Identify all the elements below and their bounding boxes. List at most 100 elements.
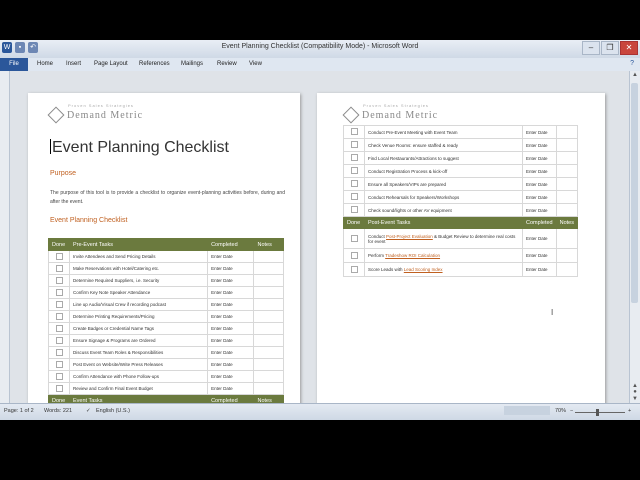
done-checkbox[interactable] [48,334,70,347]
page-count[interactable]: Page: 1 of 2 [4,408,34,414]
task-cell[interactable]: Create Badges or Credential Name Tags [68,322,209,335]
completed-date-cell[interactable]: Enter Date [207,286,255,299]
document-title[interactable]: Event Planning Checklist [50,139,229,157]
completed-date-cell[interactable]: Enter Date [207,370,255,383]
task-cell[interactable]: Determine Printing Requirements/Pricing [68,310,209,323]
notes-cell[interactable] [555,151,579,165]
done-checkbox[interactable] [343,164,365,178]
task-cell[interactable]: Confirm Attendance with Phone Follow-ups [68,370,209,383]
task-cell[interactable]: Ensure Signage & Programs are Ordered [68,334,209,347]
notes-cell[interactable] [253,298,284,311]
task-link[interactable]: Tradeshow ROI Calculation [385,253,440,258]
done-checkbox[interactable] [343,151,365,165]
done-checkbox[interactable] [48,370,70,383]
completed-date-cell[interactable]: Enter Date [207,298,255,311]
completed-date-cell[interactable]: Enter Date [207,310,255,323]
notes-cell[interactable] [555,262,579,277]
completed-date-cell[interactable]: Enter Date [522,177,557,191]
done-checkbox[interactable] [48,310,70,323]
done-checkbox[interactable] [48,250,70,263]
completed-date-cell[interactable]: Enter Date [522,190,557,204]
completed-date-cell[interactable]: Enter Date [522,248,557,263]
tab-file[interactable]: File [0,58,28,71]
task-cell[interactable]: Discuss Event Team Roles & Responsibilit… [68,346,209,359]
completed-date-cell[interactable]: Enter Date [207,322,255,335]
minimize-button[interactable]: – [582,41,600,55]
completed-date-cell[interactable]: Enter Date [522,228,557,249]
notes-cell[interactable] [253,382,284,395]
task-cell[interactable]: Ensure all Speakers/VIPs are prepared [363,177,524,191]
completed-date-cell[interactable]: Enter Date [522,125,557,139]
notes-cell[interactable] [253,370,284,383]
notes-cell[interactable] [253,358,284,371]
tab-insert[interactable]: Insert [66,58,81,71]
task-link[interactable]: Post-Project Evaluation [386,234,433,239]
zoom-out-button[interactable]: − [570,408,573,414]
task-cell[interactable]: Score Leads with Lead Scoring Index [363,262,524,277]
done-checkbox[interactable] [48,262,70,275]
task-cell[interactable]: Perform Tradeshow ROI Calculation [363,248,524,263]
notes-cell[interactable] [253,334,284,347]
task-cell[interactable]: Line up Audio/Visual Crew if recording p… [68,298,209,311]
completed-date-cell[interactable]: Enter Date [207,334,255,347]
task-link[interactable]: Lead Scoring Index [404,267,443,272]
task-cell[interactable]: Check sound/lights or other AV equipment [363,203,524,217]
tab-mailings[interactable]: Mailings [181,58,203,71]
done-checkbox[interactable] [48,346,70,359]
proofing-icon[interactable]: ✓ [86,408,91,414]
done-checkbox[interactable] [48,274,70,287]
task-cell[interactable]: Check Venue Rooms: ensure staffed & read… [363,138,524,152]
notes-cell[interactable] [555,138,579,152]
task-cell[interactable]: Review and Confirm Final Event Budget [68,382,209,395]
notes-cell[interactable] [555,190,579,204]
done-checkbox[interactable] [343,203,365,217]
task-cell[interactable]: Confirm Key Note Speaker Attendance [68,286,209,299]
task-cell[interactable]: Find Local Restaurants/Attractions to su… [363,151,524,165]
word-count[interactable]: Words: 221 [44,408,72,414]
notes-cell[interactable] [253,322,284,335]
tab-home[interactable]: Home [37,58,53,71]
done-checkbox[interactable] [48,286,70,299]
zoom-slider-knob[interactable] [596,409,599,416]
notes-cell[interactable] [555,177,579,191]
completed-date-cell[interactable]: Enter Date [207,262,255,275]
completed-date-cell[interactable]: Enter Date [207,274,255,287]
tab-page-layout[interactable]: Page Layout [94,58,128,71]
done-checkbox[interactable] [343,125,365,139]
done-checkbox[interactable] [343,177,365,191]
task-cell[interactable]: Conduct Pre-Event Meeting with Event Tea… [363,125,524,139]
scroll-thumb[interactable] [631,83,638,303]
language[interactable]: English (U.S.) [96,408,130,414]
notes-cell[interactable] [253,286,284,299]
done-checkbox[interactable] [343,262,365,277]
task-cell[interactable]: Invite Attendees and Send Pricing Detail… [68,250,209,263]
close-button[interactable]: ✕ [620,41,638,55]
task-cell[interactable]: Conduct Registration Process & kick-off [363,164,524,178]
vertical-scrollbar[interactable]: ▲ ▲ ● ▼ [629,71,640,403]
completed-date-cell[interactable]: Enter Date [207,346,255,359]
notes-cell[interactable] [555,228,579,249]
zoom-slider[interactable] [575,412,625,413]
zoom-in-button[interactable]: + [628,408,631,414]
completed-date-cell[interactable]: Enter Date [522,138,557,152]
notes-cell[interactable] [555,203,579,217]
notes-cell[interactable] [555,164,579,178]
help-icon[interactable]: ? [630,60,634,67]
notes-cell[interactable] [253,250,284,263]
completed-date-cell[interactable]: Enter Date [522,164,557,178]
tab-references[interactable]: References [139,58,170,71]
done-checkbox[interactable] [343,138,365,152]
maximize-button[interactable]: ❐ [601,41,619,55]
done-checkbox[interactable] [48,382,70,395]
tab-view[interactable]: View [249,58,262,71]
completed-date-cell[interactable]: Enter Date [207,250,255,263]
task-cell[interactable]: Post Event on Website/Write Press Releas… [68,358,209,371]
completed-date-cell[interactable]: Enter Date [522,262,557,277]
done-checkbox[interactable] [48,322,70,335]
completed-date-cell[interactable]: Enter Date [522,151,557,165]
done-checkbox[interactable] [48,298,70,311]
zoom-level[interactable]: 70% [555,408,566,414]
done-checkbox[interactable] [343,248,365,263]
tab-review[interactable]: Review [217,58,237,71]
task-cell[interactable]: Determine Required Suppliers, i.e. Secur… [68,274,209,287]
